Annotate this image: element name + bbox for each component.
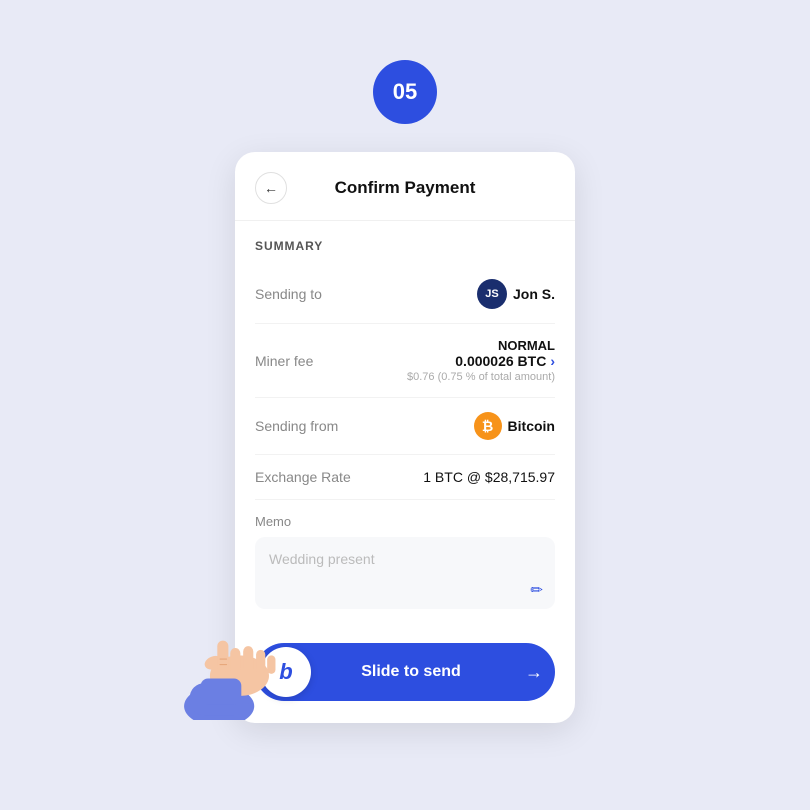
- card-header: ← Confirm Payment: [235, 152, 575, 221]
- miner-fee-label: Miner fee: [255, 353, 313, 369]
- sending-from-label: Sending from: [255, 418, 338, 434]
- miner-fee-btc-amount: 0.000026 BTC: [455, 353, 546, 369]
- sending-from-row: Sending from ₿ Bitcoin: [255, 398, 555, 455]
- slide-to-send-button[interactable]: b Slide to send →: [255, 643, 555, 701]
- miner-fee-btc: 0.000026 BTC ›: [455, 353, 555, 369]
- exchange-rate-label: Exchange Rate: [255, 469, 351, 485]
- sending-to-label: Sending to: [255, 286, 322, 302]
- step-number: 05: [393, 79, 417, 105]
- miner-fee-row: Miner fee NORMAL 0.000026 BTC › $0.76 (0…: [255, 324, 555, 398]
- edit-icon[interactable]: ✏: [530, 581, 543, 599]
- card-body: SUMMARY Sending to JS Jon S. Miner fee N…: [235, 239, 575, 627]
- memo-section: Memo Wedding present ✏: [255, 500, 555, 627]
- sending-from-value: ₿ Bitcoin: [474, 412, 555, 440]
- recipient-avatar: JS: [477, 279, 507, 309]
- memo-placeholder: Wedding present: [269, 551, 375, 567]
- miner-fee-usd: $0.76 (0.75 % of total amount): [407, 371, 555, 383]
- exchange-rate-row: Exchange Rate 1 BTC @ $28,715.97: [255, 455, 555, 500]
- miner-fee-value[interactable]: NORMAL 0.000026 BTC › $0.76 (0.75 % of t…: [407, 338, 555, 383]
- page-wrapper: 05 ← Confirm Payment SUMMARY Sending to …: [0, 0, 810, 810]
- bitcoin-icon: ₿: [474, 412, 502, 440]
- card-title: Confirm Payment: [335, 178, 476, 198]
- slide-handle: b: [261, 647, 311, 697]
- summary-section-label: SUMMARY: [255, 239, 555, 253]
- memo-label: Memo: [255, 514, 555, 529]
- miner-fee-col: NORMAL 0.000026 BTC › $0.76 (0.75 % of t…: [407, 338, 555, 383]
- bitcoin-label: Bitcoin: [508, 418, 555, 434]
- back-button[interactable]: ←: [255, 172, 287, 204]
- slide-bar-container: b Slide to send →: [235, 627, 575, 723]
- back-arrow-icon: ←: [264, 180, 278, 196]
- slide-arrow-icon: →: [525, 662, 543, 683]
- slide-handle-letter: b: [279, 659, 292, 685]
- step-badge: 05: [373, 60, 437, 124]
- avatar-initials: JS: [485, 288, 498, 300]
- payment-card: ← Confirm Payment SUMMARY Sending to JS …: [235, 152, 575, 723]
- sending-to-row: Sending to JS Jon S.: [255, 265, 555, 324]
- recipient-value: JS Jon S.: [477, 279, 555, 309]
- slide-label: Slide to send: [311, 663, 525, 681]
- miner-fee-type: NORMAL: [498, 338, 555, 353]
- recipient-name: Jon S.: [513, 286, 555, 302]
- chevron-right-icon: ›: [550, 353, 555, 369]
- memo-box[interactable]: Wedding present ✏: [255, 537, 555, 609]
- exchange-rate-value: 1 BTC @ $28,715.97: [423, 469, 555, 485]
